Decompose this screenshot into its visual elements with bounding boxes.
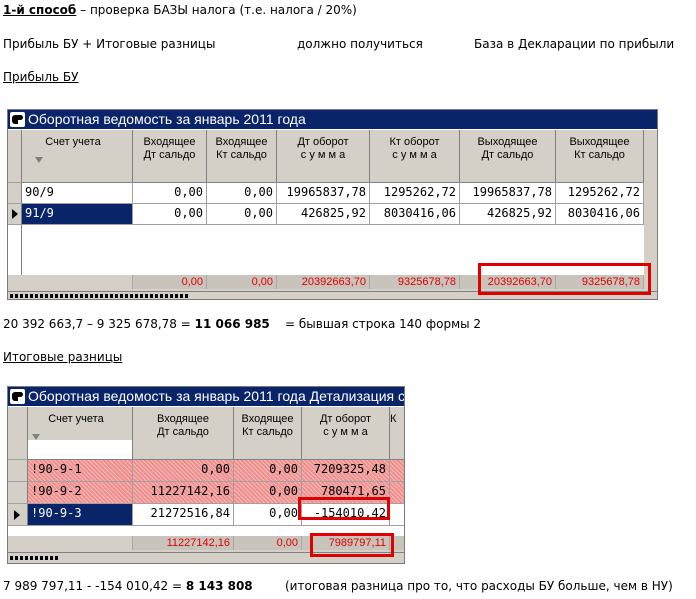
- row-indicator-header: [8, 130, 22, 183]
- total-in-kt: 0,00: [234, 536, 302, 550]
- window-title: Оборотная ведомость за январь 2011 года …: [28, 388, 404, 404]
- total-kt-turnover: 9325678,78: [370, 275, 460, 289]
- cell-dt-turnover[interactable]: 426825,92: [277, 204, 370, 225]
- cell-dt-turnover[interactable]: 19965837,78: [277, 183, 370, 204]
- total-in-dt: 11227142,16: [133, 536, 234, 550]
- total-in-dt: 0,00: [133, 275, 207, 289]
- section-label-profit: Прибыль БУ: [3, 70, 79, 84]
- totals-label-cell: [8, 536, 133, 550]
- cell-in-dt[interactable]: 0,00: [133, 204, 207, 225]
- cell-in-kt[interactable]: 0,00: [207, 183, 277, 204]
- cell-in-dt[interactable]: 11227142,16: [133, 482, 234, 504]
- method-description: – проверка БАЗЫ налога (т.е. налога / 20…: [76, 3, 357, 17]
- col-header-kt-turnover[interactable]: Кт оборот с у м м а: [370, 130, 460, 183]
- col-header-in-kt[interactable]: Входящее Кт сальдо: [234, 407, 302, 460]
- calc-line-2: 7 989 797,11 - -154 010,42 = 8 143 808: [3, 579, 253, 593]
- row-indicator[interactable]: [8, 460, 28, 482]
- cell-out-kt[interactable]: 1295262,72: [556, 183, 644, 204]
- formula-middle: должно получиться: [297, 37, 423, 51]
- method-label: 1-й способ: [3, 3, 77, 17]
- row-indicator[interactable]: [8, 504, 28, 526]
- section-label-differences: Итоговые разницы: [3, 350, 123, 364]
- highlight-box-negative-turnover: [298, 497, 390, 520]
- calc-1-note: = бывшая строка 140 формы 2: [285, 317, 482, 331]
- cell-dt-turnover[interactable]: 7209325,48: [302, 460, 390, 482]
- col-header-account[interactable]: Счет учета: [22, 130, 133, 183]
- col-header-dt-turnover[interactable]: Дт оборот с у м м а: [277, 130, 370, 183]
- col-header-in-dt[interactable]: Входящее Дт сальдо: [133, 407, 234, 460]
- account-filter-area[interactable]: [28, 440, 132, 459]
- cell-account[interactable]: !90-9-1: [28, 460, 133, 482]
- cell-in-kt[interactable]: 0,00: [207, 204, 277, 225]
- clipped-footer-text: [10, 294, 190, 298]
- cell-in-dt[interactable]: 0,00: [133, 460, 234, 482]
- cell-cut[interactable]: [390, 482, 404, 504]
- sort-arrow-icon: [35, 157, 43, 163]
- cell-account[interactable]: 90/9: [22, 183, 133, 204]
- cell-out-dt[interactable]: 426825,92: [460, 204, 556, 225]
- col-header-out-dt[interactable]: Выходящее Дт сальдо: [460, 130, 556, 183]
- highlight-box-out-totals: [478, 263, 651, 295]
- window-title-bar: Оборотная ведомость за январь 2011 года …: [8, 387, 404, 406]
- col-header-in-dt[interactable]: Входящее Дт сальдо: [133, 130, 207, 183]
- cell-out-kt[interactable]: 8030416,06: [556, 204, 644, 225]
- col-header-cut[interactable]: К: [390, 407, 404, 460]
- cell-in-kt[interactable]: 0,00: [234, 504, 302, 526]
- cell-kt-turnover[interactable]: 1295262,72: [370, 183, 460, 204]
- window-title-bar: Оборотная ведомость за январь 2011 года: [8, 110, 657, 129]
- row-indicator[interactable]: [8, 204, 22, 225]
- total-in-kt: 0,00: [207, 275, 277, 289]
- total-dt-turnover: 20392663,70: [277, 275, 370, 289]
- col-header-in-kt[interactable]: Входящее Кт сальдо: [207, 130, 277, 183]
- cell-account-selected[interactable]: !90-9-3: [28, 504, 133, 526]
- cell-in-dt[interactable]: 0,00: [133, 183, 207, 204]
- cell-out-dt[interactable]: 19965837,78: [460, 183, 556, 204]
- indicator-empty: [8, 225, 22, 275]
- row-indicator[interactable]: [8, 183, 22, 204]
- calc-line-1: 20 392 663,7 – 9 325 678,78 = 11 066 985: [3, 317, 270, 331]
- cell-kt-turnover[interactable]: 8030416,06: [370, 204, 460, 225]
- method-heading: 1-й способ – проверка БАЗЫ налога (т.е. …: [3, 3, 357, 17]
- cell-in-kt[interactable]: 0,00: [234, 482, 302, 504]
- calc-2-expression: 7 989 797,11 - -154 010,42 =: [3, 579, 186, 593]
- calc-1-expression: 20 392 663,7 – 9 325 678,78 =: [3, 317, 195, 331]
- highlight-box-total-turnover: [310, 533, 394, 557]
- cell-in-dt[interactable]: 21272516,84: [133, 504, 234, 526]
- cell-in-kt[interactable]: 0,00: [234, 460, 302, 482]
- col-header-dt-turnover[interactable]: Дт оборот с у м м а: [302, 407, 390, 460]
- cell-account[interactable]: !90-9-2: [28, 482, 133, 504]
- cell-cut[interactable]: [390, 460, 404, 482]
- cell-account-selected[interactable]: 91/9: [22, 204, 133, 225]
- calc-2-note: (итоговая разница про то, что расходы БУ…: [285, 579, 673, 593]
- row-indicator[interactable]: [8, 482, 28, 504]
- col-header-out-kt[interactable]: Выходящее Кт сальдо: [556, 130, 644, 183]
- formula-left: Прибыль БУ + Итоговые разницы: [3, 37, 216, 51]
- row-pointer-icon: [14, 510, 20, 520]
- cell-cut[interactable]: [390, 504, 404, 526]
- calc-1-result: 11 066 985: [194, 317, 270, 331]
- formula-right: База в Декларации по прибыли: [474, 37, 675, 51]
- row-pointer-icon: [12, 209, 18, 219]
- app-icon: [10, 112, 25, 127]
- app-icon: [10, 389, 25, 404]
- totals-label-cell: [22, 275, 133, 289]
- clipped-footer-text: [10, 556, 60, 560]
- calc-2-result: 8 143 808: [185, 579, 253, 593]
- row-indicator-header: [8, 407, 28, 460]
- window-title: Оборотная ведомость за январь 2011 года: [28, 111, 306, 127]
